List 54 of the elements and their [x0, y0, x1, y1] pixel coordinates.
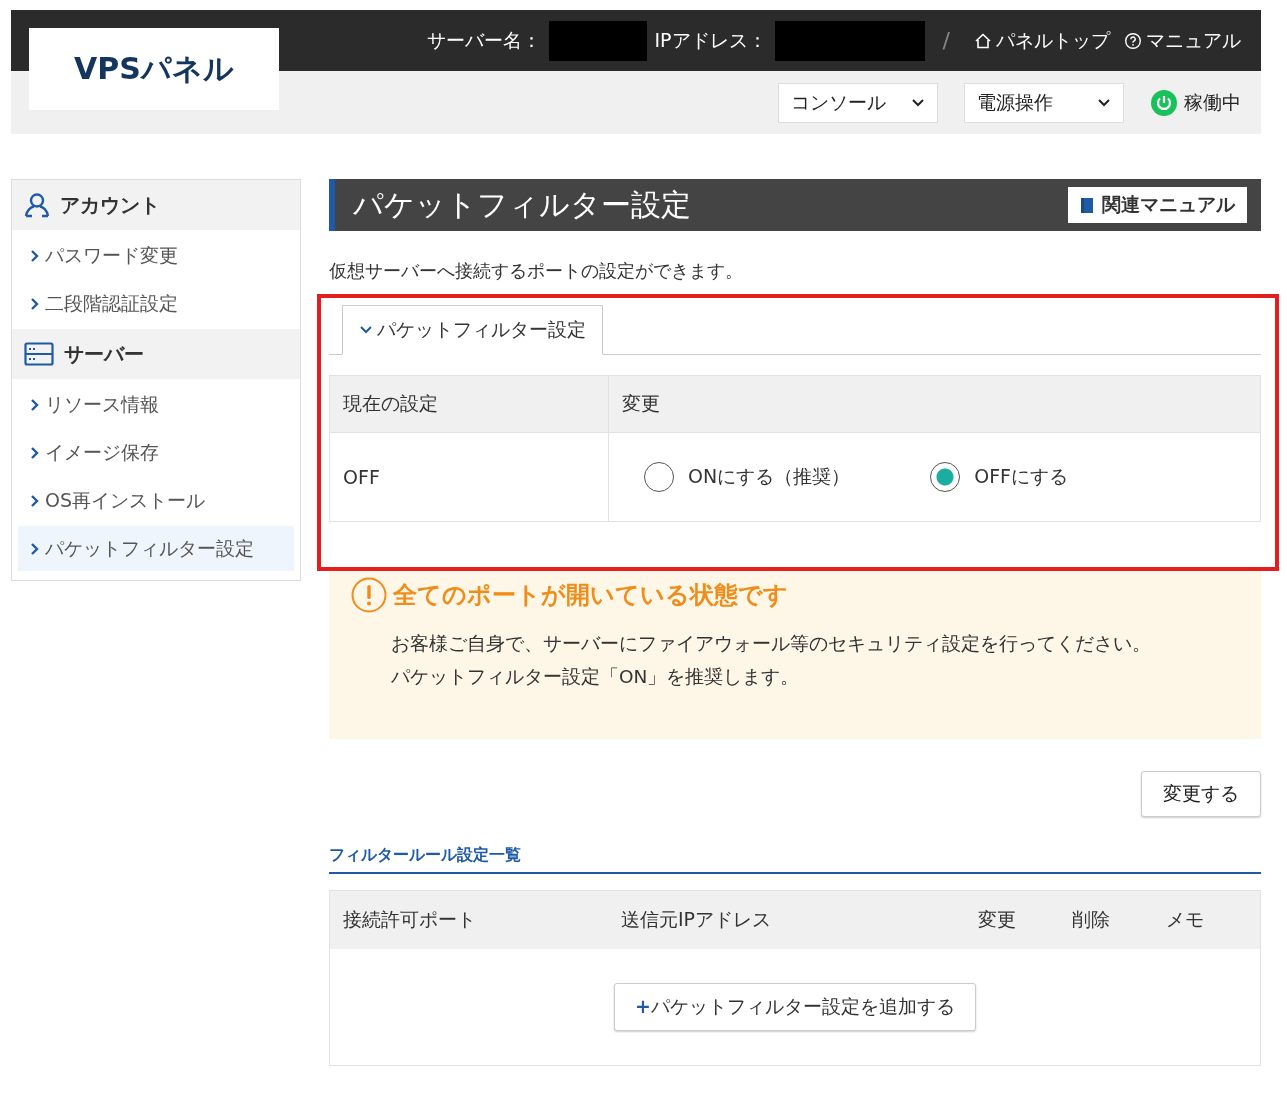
sidebar-item[interactable]: イメージ保存: [18, 430, 294, 475]
apply-button[interactable]: 変更する: [1141, 771, 1261, 817]
server-icon: [24, 342, 54, 366]
manual-link[interactable]: マニュアル: [1124, 27, 1241, 54]
book-icon: [1080, 196, 1094, 214]
ip-address-label: IPアドレス：: [654, 27, 767, 53]
radio-option[interactable]: ONにする（推奨）: [644, 462, 851, 492]
user-icon: [24, 192, 50, 218]
related-manual-button[interactable]: 関連マニュアル: [1068, 187, 1247, 223]
panel-top-link[interactable]: パネルトップ: [974, 27, 1110, 54]
chevron-right-icon: [30, 296, 39, 311]
column-header: 変更: [978, 907, 1017, 932]
sidebar-item[interactable]: 二段階認証設定: [18, 281, 294, 326]
status-label: 稼働中: [1184, 89, 1241, 115]
dropdown[interactable]: 電源操作: [964, 82, 1124, 123]
chevron-right-icon: [30, 493, 39, 508]
column-header: メモ: [1166, 907, 1204, 932]
warning-title: 全てのポートが開いている状態です: [393, 580, 788, 611]
logo[interactable]: VPSパネル: [29, 28, 279, 110]
home-icon: [974, 31, 992, 50]
help-icon: [1124, 31, 1142, 50]
column-header: 変更: [608, 375, 1261, 433]
server-name-label: サーバー名：: [426, 27, 541, 53]
radio-button[interactable]: [930, 462, 961, 492]
section-heading: フィルタールール設定一覧: [329, 845, 1261, 874]
dropdown[interactable]: コンソール: [778, 82, 938, 123]
column-header: 現在の設定: [329, 375, 609, 433]
chevron-right-icon: [30, 541, 39, 556]
sidebar-item[interactable]: パスワード変更: [18, 233, 294, 278]
sidebar-item[interactable]: OS再インストール: [18, 478, 294, 523]
add-filter-button[interactable]: +パケットフィルター設定を追加する: [614, 983, 976, 1031]
chevron-right-icon: [30, 248, 39, 263]
radio-option[interactable]: OFFにする: [930, 462, 1068, 492]
warning-text: お客様ご自身で、サーバーにファイアウォール等のセキュリティ設定を行ってください。: [390, 632, 1152, 656]
section-title: サーバー: [64, 340, 144, 368]
column-header: 削除: [1072, 907, 1111, 932]
separator: /: [942, 28, 950, 53]
exclamation-icon: [351, 577, 387, 613]
chevron-right-icon: [30, 445, 39, 460]
section-title: アカウント: [60, 191, 160, 219]
current-setting-cell: OFF: [329, 432, 609, 522]
sidebar-item[interactable]: パケットフィルター設定: [18, 526, 294, 571]
page-title: パケットフィルター設定: [353, 185, 691, 224]
column-header: 送信元IPアドレス: [620, 907, 773, 932]
chevron-down-icon: [911, 97, 925, 108]
section-tab[interactable]: パケットフィルター設定: [342, 305, 603, 355]
chevron-right-icon: [30, 397, 39, 412]
warning-text: パケットフィルター設定「ON」を推奨します。: [390, 665, 801, 689]
chevron-down-icon: [359, 325, 373, 335]
column-header: 接続許可ポート: [342, 907, 477, 932]
description: 仮想サーバーへ接続するポートの設定ができます。: [329, 259, 744, 283]
sidebar-item[interactable]: リソース情報: [18, 382, 294, 427]
chevron-down-icon: [1097, 97, 1111, 108]
radio-button[interactable]: [644, 462, 674, 492]
